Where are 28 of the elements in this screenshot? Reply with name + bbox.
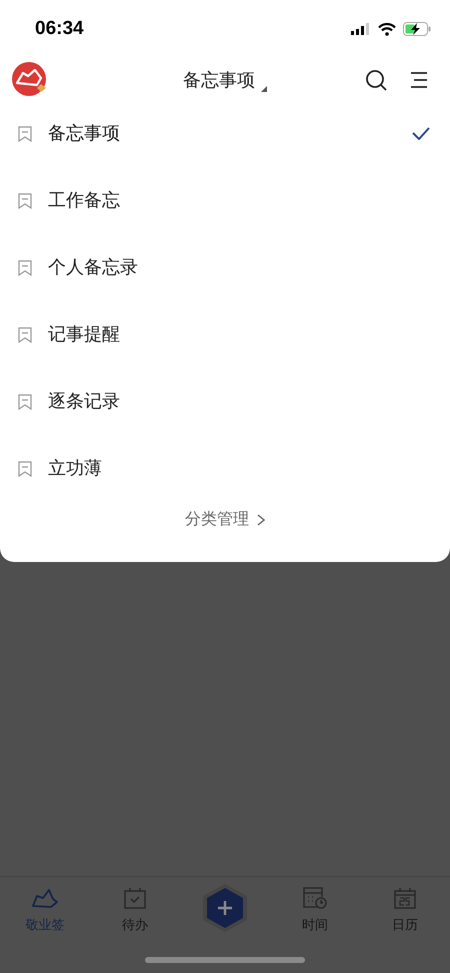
category-item[interactable]: 工作备忘 [0, 167, 450, 234]
calendar-clock-icon [303, 887, 327, 909]
status-time: 06:34 [35, 16, 84, 41]
battery-charging-icon [403, 22, 431, 36]
bookmark-icon [18, 126, 32, 142]
signal-icon [351, 23, 371, 35]
bookmark-icon [18, 260, 32, 276]
menu-icon[interactable] [409, 71, 429, 89]
calendar-icon [394, 887, 416, 909]
folded-paper-icon [31, 887, 59, 909]
category-item[interactable]: 逐条记录 [0, 368, 450, 435]
dropdown-caret-icon [261, 86, 267, 92]
wifi-icon [378, 22, 396, 36]
category-item[interactable]: 立功薄 [0, 435, 450, 502]
bookmark-icon [18, 394, 32, 410]
bookmark-icon [18, 326, 32, 342]
bookmark-icon [18, 192, 32, 208]
category-item[interactable]: 记事提醒 [0, 301, 450, 368]
category-management-link[interactable]: 分类管理 [185, 502, 265, 538]
category-item[interactable]: 备忘事项 [0, 100, 450, 167]
chevron-right-icon [257, 514, 265, 526]
add-button[interactable] [202, 883, 248, 933]
category-item[interactable]: 个人备忘录 [0, 234, 450, 301]
bookmark-icon [18, 460, 32, 476]
search-icon[interactable] [365, 69, 387, 91]
app-logo [11, 61, 49, 99]
calendar-check-icon [124, 887, 146, 909]
category-dropdown[interactable]: 备忘事项 [183, 66, 267, 94]
